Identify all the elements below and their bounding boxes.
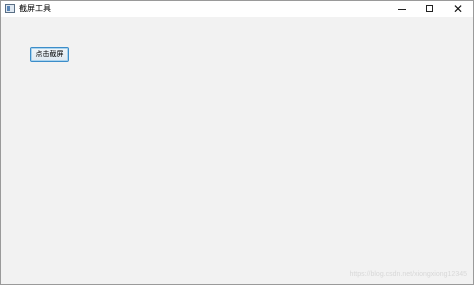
window-title: 截屏工具 [19, 4, 51, 13]
close-icon: ✕ [452, 2, 464, 16]
maximize-icon [426, 5, 433, 12]
app-window-icon [5, 4, 15, 13]
minimize-button[interactable] [388, 1, 416, 17]
close-button[interactable]: ✕ [444, 1, 472, 17]
maximize-button[interactable] [416, 1, 444, 17]
capture-screenshot-button[interactable]: 点击截屏 [30, 47, 69, 62]
app-window: 截屏工具 ✕ 点击截屏 https://blog.csdn.net/xiongx… [0, 0, 474, 285]
title-bar[interactable]: 截屏工具 ✕ [1, 1, 473, 17]
content-area: 点击截屏 https://blog.csdn.net/xiongxiong123… [1, 17, 473, 284]
watermark-text: https://blog.csdn.net/xiongxiong12345 [349, 271, 467, 278]
minimize-icon [398, 9, 406, 10]
